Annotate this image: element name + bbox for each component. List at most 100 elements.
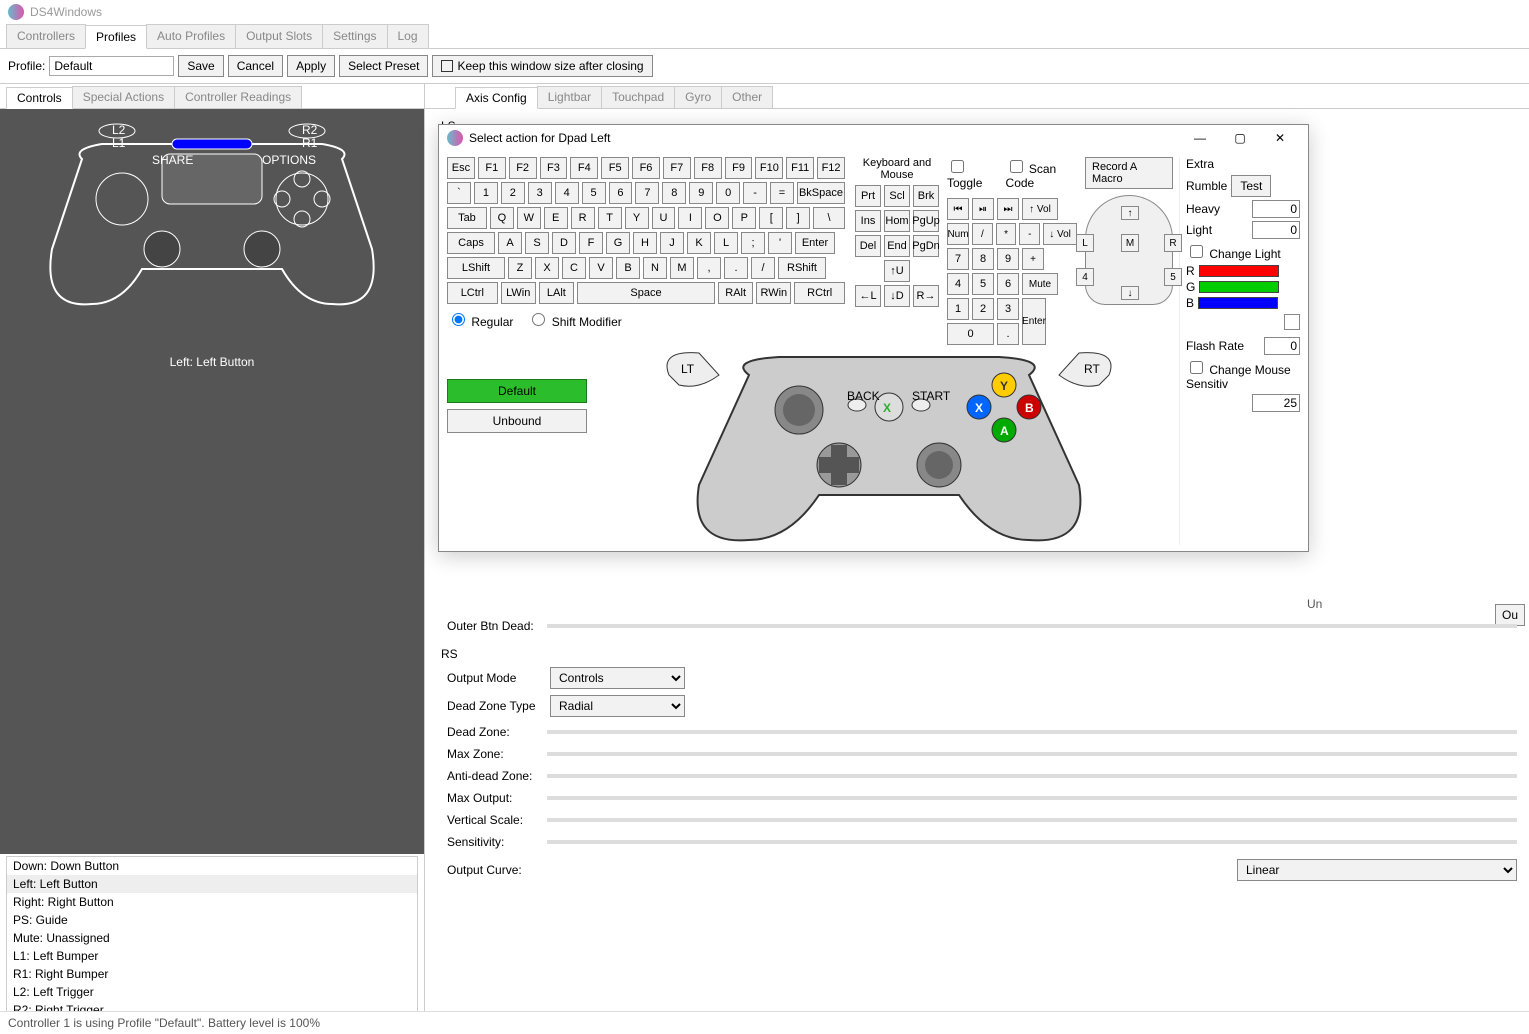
key-4[interactable]: 4 [555,182,579,204]
key-backspace[interactable]: BkSpace [797,182,845,204]
key-down[interactable]: ↓D [884,285,910,307]
key-equals[interactable]: = [770,182,794,204]
outer-btn-dead-slider[interactable] [547,624,1517,628]
key-6[interactable]: 6 [609,182,633,204]
key-period[interactable]: . [724,257,748,279]
key-r[interactable]: R [571,207,595,229]
key-numminus[interactable]: - [1019,223,1040,245]
minimize-button[interactable]: — [1180,125,1220,151]
key-lalt[interactable]: LAlt [539,282,574,304]
g-slider[interactable] [1199,281,1279,293]
rs-output-mode-combo[interactable]: Controls [550,667,685,689]
key-2[interactable]: 2 [501,182,525,204]
np-1[interactable]: 1 [947,298,969,320]
key-k[interactable]: K [687,232,711,254]
key-f5[interactable]: F5 [601,157,629,179]
key-z[interactable]: Z [508,257,532,279]
vscale-slider[interactable] [547,818,1517,822]
key-rbrack[interactable]: ] [786,207,810,229]
key-q[interactable]: Q [490,207,514,229]
mouse-sens-input[interactable] [1252,394,1300,412]
key-rwin[interactable]: RWin [756,282,791,304]
key-f3[interactable]: F3 [540,157,568,179]
key-f4[interactable]: F4 [570,157,598,179]
np-plus[interactable]: + [1022,248,1044,270]
list-item[interactable]: R1: Right Bumper [7,965,417,983]
tab-outputslots[interactable]: Output Slots [235,24,323,48]
key-f1[interactable]: F1 [478,157,506,179]
key-rshift[interactable]: RShift [778,257,826,279]
key-f12[interactable]: F12 [817,157,845,179]
key-t[interactable]: T [598,207,622,229]
key-home[interactable]: Hom [884,210,910,232]
list-item[interactable]: Right: Right Button [7,893,417,911]
key-lshift[interactable]: LShift [447,257,505,279]
heavy-input[interactable] [1252,200,1300,218]
controller-canvas[interactable]: L2R2 L1R1 SHAREOPTIONS Left: Left Button [0,109,424,854]
key-f11[interactable]: F11 [786,157,814,179]
unbound-button[interactable]: Unbound [447,409,587,433]
key-lbrack[interactable]: [ [759,207,783,229]
key-f6[interactable]: F6 [632,157,660,179]
key-left[interactable]: ←L [855,285,881,307]
key-3[interactable]: 3 [528,182,552,204]
key-s[interactable]: S [525,232,549,254]
apply-button[interactable]: Apply [287,55,335,77]
key-lwin[interactable]: LWin [501,282,536,304]
list-item[interactable]: Left: Left Button [7,875,417,893]
light-input[interactable] [1252,221,1300,239]
key-j[interactable]: J [660,232,684,254]
key-f7[interactable]: F7 [663,157,691,179]
tab-controls[interactable]: Controls [6,87,73,109]
mouse-right[interactable]: R [1164,234,1182,252]
tab-special-actions[interactable]: Special Actions [72,86,175,108]
key-u[interactable]: U [652,207,676,229]
key-pgup[interactable]: PgUp [913,210,939,232]
key-comma[interactable]: , [697,257,721,279]
np-7[interactable]: 7 [947,248,969,270]
np-3[interactable]: 3 [997,298,1019,320]
key-x[interactable]: X [535,257,559,279]
key-h[interactable]: H [633,232,657,254]
scancode-checkbox[interactable]: Scan Code [1006,157,1077,190]
key-nummul[interactable]: * [996,223,1017,245]
key-brk[interactable]: Brk [913,185,939,207]
mouse-5[interactable]: 5 [1164,268,1182,286]
media-play[interactable]: ⏯ [972,198,994,220]
test-button[interactable]: Test [1231,175,1271,197]
key-enter[interactable]: Enter [795,232,835,254]
output-curve-combo[interactable]: Linear [1237,859,1517,881]
key-del[interactable]: Del [855,235,881,257]
key-c[interactable]: C [562,257,586,279]
key-y[interactable]: Y [625,207,649,229]
np-4[interactable]: 4 [947,273,969,295]
tab-touchpad[interactable]: Touchpad [601,86,675,108]
key-f[interactable]: F [579,232,603,254]
key-right[interactable]: R→ [913,285,939,307]
key-space[interactable]: Space [577,282,715,304]
key-rctrl[interactable]: RCtrl [794,282,845,304]
tab-controllers[interactable]: Controllers [6,24,86,48]
media-mute[interactable]: Mute [1022,273,1058,295]
key-i[interactable]: I [678,207,702,229]
key-7[interactable]: 7 [635,182,659,204]
key-esc[interactable]: Esc [447,157,475,179]
key-scl[interactable]: Scl [884,185,910,207]
cancel-button[interactable]: Cancel [228,55,283,77]
tab-autoprofiles[interactable]: Auto Profiles [146,24,236,48]
key-p[interactable]: P [732,207,756,229]
key-tab[interactable]: Tab [447,207,487,229]
np-8[interactable]: 8 [972,248,994,270]
mouse-wheel-down[interactable]: ↓ [1121,286,1139,300]
mouse-wheel-up[interactable]: ↑ [1121,206,1139,220]
tab-gyro[interactable]: Gyro [674,86,722,108]
np-0[interactable]: 0 [947,323,994,345]
mouse-left[interactable]: L [1076,234,1094,252]
key-end[interactable]: End [884,235,910,257]
tab-axis-config[interactable]: Axis Config [455,87,538,109]
key-w[interactable]: W [517,207,541,229]
tab-lightbar[interactable]: Lightbar [537,86,602,108]
key-up[interactable]: ↑U [884,260,910,282]
np-enter[interactable]: Enter [1022,298,1046,345]
key-prt[interactable]: Prt [855,185,881,207]
